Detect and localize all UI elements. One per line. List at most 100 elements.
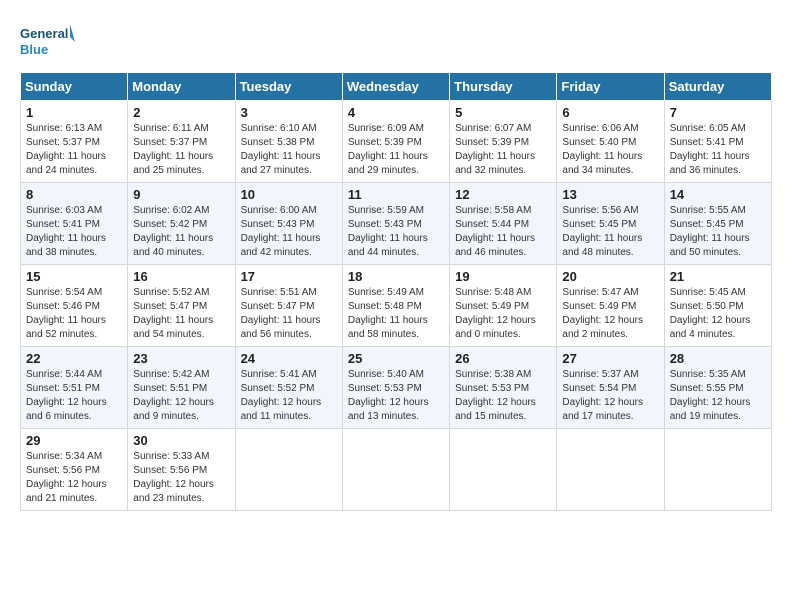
week-row-3: 15 Sunrise: 5:54 AM Sunset: 5:46 PM Dayl… bbox=[21, 265, 772, 347]
day-number: 13 bbox=[562, 187, 658, 202]
day-cell: 7 Sunrise: 6:05 AM Sunset: 5:41 PM Dayli… bbox=[664, 101, 771, 183]
day-number: 15 bbox=[26, 269, 122, 284]
day-number: 9 bbox=[133, 187, 229, 202]
day-number: 17 bbox=[241, 269, 337, 284]
day-cell: 6 Sunrise: 6:06 AM Sunset: 5:40 PM Dayli… bbox=[557, 101, 664, 183]
weekday-wednesday: Wednesday bbox=[342, 73, 449, 101]
week-row-1: 1 Sunrise: 6:13 AM Sunset: 5:37 PM Dayli… bbox=[21, 101, 772, 183]
day-info: Sunrise: 6:03 AM Sunset: 5:41 PM Dayligh… bbox=[26, 204, 122, 260]
calendar-table: SundayMondayTuesdayWednesdayThursdayFrid… bbox=[20, 72, 772, 511]
day-number: 1 bbox=[26, 105, 122, 120]
day-cell: 12 Sunrise: 5:58 AM Sunset: 5:44 PM Dayl… bbox=[450, 183, 557, 265]
day-info: Sunrise: 6:10 AM Sunset: 5:38 PM Dayligh… bbox=[241, 122, 337, 178]
day-info: Sunrise: 5:56 AM Sunset: 5:45 PM Dayligh… bbox=[562, 204, 658, 260]
page-header: General Blue bbox=[20, 20, 772, 64]
day-cell bbox=[664, 429, 771, 511]
weekday-thursday: Thursday bbox=[450, 73, 557, 101]
day-cell bbox=[450, 429, 557, 511]
day-cell: 14 Sunrise: 5:55 AM Sunset: 5:45 PM Dayl… bbox=[664, 183, 771, 265]
day-cell: 3 Sunrise: 6:10 AM Sunset: 5:38 PM Dayli… bbox=[235, 101, 342, 183]
day-number: 28 bbox=[670, 351, 766, 366]
day-info: Sunrise: 6:07 AM Sunset: 5:39 PM Dayligh… bbox=[455, 122, 551, 178]
day-info: Sunrise: 5:49 AM Sunset: 5:48 PM Dayligh… bbox=[348, 286, 444, 342]
day-cell: 8 Sunrise: 6:03 AM Sunset: 5:41 PM Dayli… bbox=[21, 183, 128, 265]
day-number: 14 bbox=[670, 187, 766, 202]
day-cell: 21 Sunrise: 5:45 AM Sunset: 5:50 PM Dayl… bbox=[664, 265, 771, 347]
weekday-tuesday: Tuesday bbox=[235, 73, 342, 101]
day-cell bbox=[342, 429, 449, 511]
day-cell: 13 Sunrise: 5:56 AM Sunset: 5:45 PM Dayl… bbox=[557, 183, 664, 265]
weekday-header-row: SundayMondayTuesdayWednesdayThursdayFrid… bbox=[21, 73, 772, 101]
day-info: Sunrise: 6:02 AM Sunset: 5:42 PM Dayligh… bbox=[133, 204, 229, 260]
day-number: 6 bbox=[562, 105, 658, 120]
day-number: 18 bbox=[348, 269, 444, 284]
day-cell: 30 Sunrise: 5:33 AM Sunset: 5:56 PM Dayl… bbox=[128, 429, 235, 511]
day-cell: 11 Sunrise: 5:59 AM Sunset: 5:43 PM Dayl… bbox=[342, 183, 449, 265]
day-cell: 27 Sunrise: 5:37 AM Sunset: 5:54 PM Dayl… bbox=[557, 347, 664, 429]
week-row-4: 22 Sunrise: 5:44 AM Sunset: 5:51 PM Dayl… bbox=[21, 347, 772, 429]
day-cell: 18 Sunrise: 5:49 AM Sunset: 5:48 PM Dayl… bbox=[342, 265, 449, 347]
day-cell: 22 Sunrise: 5:44 AM Sunset: 5:51 PM Dayl… bbox=[21, 347, 128, 429]
day-number: 5 bbox=[455, 105, 551, 120]
day-number: 29 bbox=[26, 433, 122, 448]
day-number: 11 bbox=[348, 187, 444, 202]
svg-text:General: General bbox=[20, 26, 68, 41]
svg-text:Blue: Blue bbox=[20, 42, 48, 57]
day-cell: 16 Sunrise: 5:52 AM Sunset: 5:47 PM Dayl… bbox=[128, 265, 235, 347]
day-cell: 19 Sunrise: 5:48 AM Sunset: 5:49 PM Dayl… bbox=[450, 265, 557, 347]
day-cell: 26 Sunrise: 5:38 AM Sunset: 5:53 PM Dayl… bbox=[450, 347, 557, 429]
day-cell: 10 Sunrise: 6:00 AM Sunset: 5:43 PM Dayl… bbox=[235, 183, 342, 265]
logo: General Blue bbox=[20, 20, 75, 64]
day-number: 21 bbox=[670, 269, 766, 284]
day-cell: 28 Sunrise: 5:35 AM Sunset: 5:55 PM Dayl… bbox=[664, 347, 771, 429]
day-info: Sunrise: 5:58 AM Sunset: 5:44 PM Dayligh… bbox=[455, 204, 551, 260]
day-info: Sunrise: 5:54 AM Sunset: 5:46 PM Dayligh… bbox=[26, 286, 122, 342]
day-info: Sunrise: 5:41 AM Sunset: 5:52 PM Dayligh… bbox=[241, 368, 337, 424]
day-cell: 20 Sunrise: 5:47 AM Sunset: 5:49 PM Dayl… bbox=[557, 265, 664, 347]
day-cell bbox=[557, 429, 664, 511]
day-info: Sunrise: 5:40 AM Sunset: 5:53 PM Dayligh… bbox=[348, 368, 444, 424]
week-row-2: 8 Sunrise: 6:03 AM Sunset: 5:41 PM Dayli… bbox=[21, 183, 772, 265]
day-number: 24 bbox=[241, 351, 337, 366]
day-info: Sunrise: 5:42 AM Sunset: 5:51 PM Dayligh… bbox=[133, 368, 229, 424]
day-info: Sunrise: 5:34 AM Sunset: 5:56 PM Dayligh… bbox=[26, 450, 122, 506]
day-cell: 23 Sunrise: 5:42 AM Sunset: 5:51 PM Dayl… bbox=[128, 347, 235, 429]
day-cell: 29 Sunrise: 5:34 AM Sunset: 5:56 PM Dayl… bbox=[21, 429, 128, 511]
day-info: Sunrise: 5:33 AM Sunset: 5:56 PM Dayligh… bbox=[133, 450, 229, 506]
day-number: 30 bbox=[133, 433, 229, 448]
day-cell: 25 Sunrise: 5:40 AM Sunset: 5:53 PM Dayl… bbox=[342, 347, 449, 429]
weekday-friday: Friday bbox=[557, 73, 664, 101]
day-number: 19 bbox=[455, 269, 551, 284]
day-info: Sunrise: 5:59 AM Sunset: 5:43 PM Dayligh… bbox=[348, 204, 444, 260]
day-number: 4 bbox=[348, 105, 444, 120]
day-number: 26 bbox=[455, 351, 551, 366]
day-info: Sunrise: 6:11 AM Sunset: 5:37 PM Dayligh… bbox=[133, 122, 229, 178]
day-info: Sunrise: 5:47 AM Sunset: 5:49 PM Dayligh… bbox=[562, 286, 658, 342]
day-info: Sunrise: 6:06 AM Sunset: 5:40 PM Dayligh… bbox=[562, 122, 658, 178]
day-info: Sunrise: 5:37 AM Sunset: 5:54 PM Dayligh… bbox=[562, 368, 658, 424]
day-info: Sunrise: 6:05 AM Sunset: 5:41 PM Dayligh… bbox=[670, 122, 766, 178]
day-info: Sunrise: 6:00 AM Sunset: 5:43 PM Dayligh… bbox=[241, 204, 337, 260]
day-info: Sunrise: 5:55 AM Sunset: 5:45 PM Dayligh… bbox=[670, 204, 766, 260]
day-info: Sunrise: 5:51 AM Sunset: 5:47 PM Dayligh… bbox=[241, 286, 337, 342]
day-cell: 1 Sunrise: 6:13 AM Sunset: 5:37 PM Dayli… bbox=[21, 101, 128, 183]
day-cell: 4 Sunrise: 6:09 AM Sunset: 5:39 PM Dayli… bbox=[342, 101, 449, 183]
day-number: 27 bbox=[562, 351, 658, 366]
day-number: 20 bbox=[562, 269, 658, 284]
day-number: 12 bbox=[455, 187, 551, 202]
day-cell: 24 Sunrise: 5:41 AM Sunset: 5:52 PM Dayl… bbox=[235, 347, 342, 429]
day-cell: 17 Sunrise: 5:51 AM Sunset: 5:47 PM Dayl… bbox=[235, 265, 342, 347]
day-info: Sunrise: 6:13 AM Sunset: 5:37 PM Dayligh… bbox=[26, 122, 122, 178]
day-cell bbox=[235, 429, 342, 511]
day-info: Sunrise: 5:38 AM Sunset: 5:53 PM Dayligh… bbox=[455, 368, 551, 424]
day-info: Sunrise: 5:48 AM Sunset: 5:49 PM Dayligh… bbox=[455, 286, 551, 342]
day-info: Sunrise: 5:35 AM Sunset: 5:55 PM Dayligh… bbox=[670, 368, 766, 424]
day-cell: 5 Sunrise: 6:07 AM Sunset: 5:39 PM Dayli… bbox=[450, 101, 557, 183]
day-cell: 9 Sunrise: 6:02 AM Sunset: 5:42 PM Dayli… bbox=[128, 183, 235, 265]
day-number: 10 bbox=[241, 187, 337, 202]
day-number: 25 bbox=[348, 351, 444, 366]
day-number: 23 bbox=[133, 351, 229, 366]
weekday-monday: Monday bbox=[128, 73, 235, 101]
day-number: 22 bbox=[26, 351, 122, 366]
day-info: Sunrise: 5:44 AM Sunset: 5:51 PM Dayligh… bbox=[26, 368, 122, 424]
